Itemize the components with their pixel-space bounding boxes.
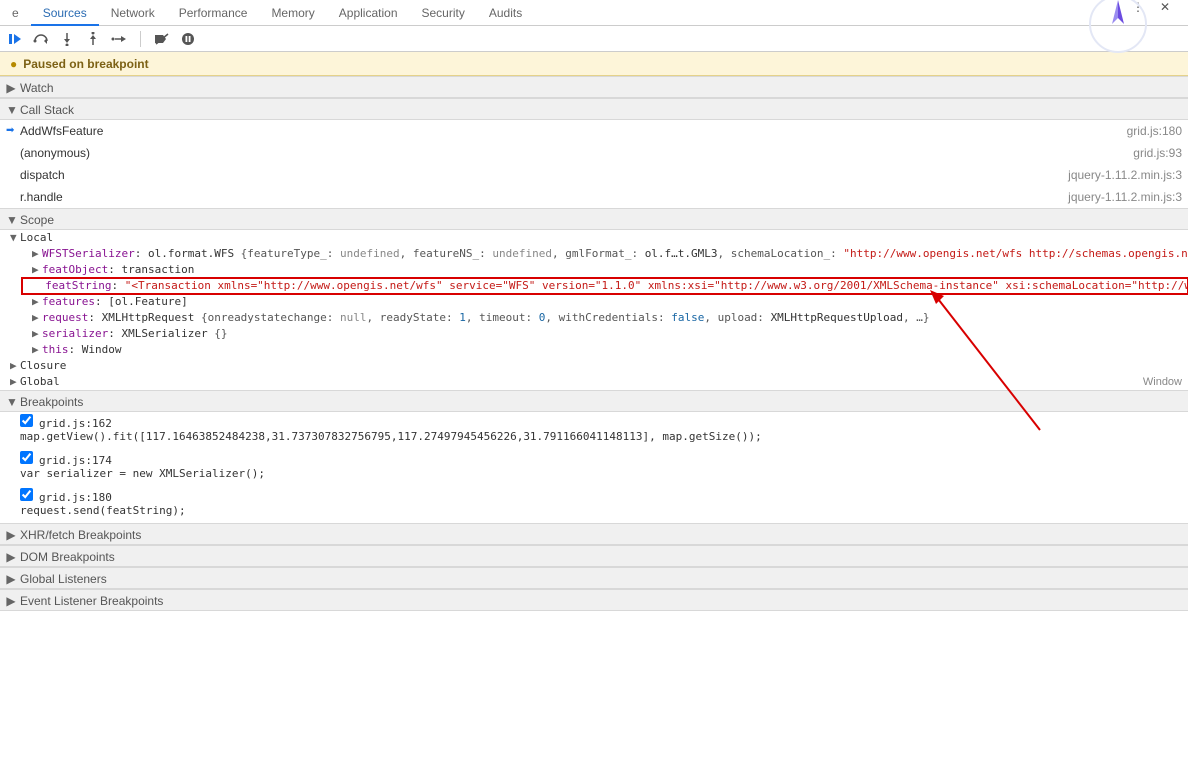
chevron-right-icon: ▶	[32, 326, 42, 342]
scope-var[interactable]: ▶request: XMLHttpRequest {onreadystatech…	[22, 310, 1188, 326]
scope-section[interactable]: ▼Scope	[0, 208, 1188, 230]
scope-var[interactable]: ▶serializer: XMLSerializer {}	[22, 326, 1188, 342]
pause-exceptions-icon[interactable]	[179, 30, 197, 48]
scope-closure[interactable]: ▶Closure	[0, 358, 1188, 374]
stack-frame[interactable]: dispatchjquery-1.11.2.min.js:3	[0, 164, 1188, 186]
breakpoint-code: request.send(featString);	[20, 504, 1182, 517]
tab-audits[interactable]: Audits	[477, 0, 534, 26]
chevron-right-icon: ▶	[10, 374, 20, 390]
breakpoints-section[interactable]: ▼Breakpoints	[0, 390, 1188, 412]
dom-breakpoints-section[interactable]: ▶DOM Breakpoints	[0, 545, 1188, 567]
xhr-breakpoints-section[interactable]: ▶XHR/fetch Breakpoints	[0, 523, 1188, 545]
callstack-section[interactable]: ▼Call Stack	[0, 98, 1188, 120]
scope-var[interactable]: ▶WFSTSerializer: ol.format.WFS {featureT…	[22, 246, 1188, 262]
scope-var[interactable]: ▶featObject: transaction	[22, 262, 1188, 278]
tab-performance[interactable]: Performance	[167, 0, 260, 26]
warning-icon: ●	[10, 57, 17, 71]
stack-frame-loc[interactable]: jquery-1.11.2.min.js:3	[1068, 186, 1182, 208]
chevron-right-icon: ▶	[32, 294, 42, 310]
scope-var[interactable]: ▶features: [ol.Feature]	[22, 294, 1188, 310]
toolbar-separator	[140, 31, 141, 47]
scope-global-value: Window	[1143, 374, 1182, 390]
breakpoint-item[interactable]: grid.js:180 request.send(featString);	[0, 486, 1188, 523]
breakpoint-checkbox[interactable]	[20, 451, 33, 464]
breakpoint-loc: grid.js:174	[39, 454, 112, 467]
chevron-right-icon: ▶	[6, 568, 16, 590]
stack-frame-loc[interactable]: jquery-1.11.2.min.js:3	[1068, 164, 1182, 186]
watch-section[interactable]: ▶Watch	[0, 76, 1188, 98]
stack-frame-loc[interactable]: grid.js:93	[1133, 142, 1182, 164]
deactivate-breakpoints-icon[interactable]	[153, 30, 171, 48]
stack-frame[interactable]: AddWfsFeaturegrid.js:180	[0, 120, 1188, 142]
breakpoint-loc: grid.js:180	[39, 491, 112, 504]
chevron-right-icon: ▶	[6, 77, 16, 99]
resume-icon[interactable]	[6, 30, 24, 48]
tab-application[interactable]: Application	[327, 0, 410, 26]
stack-frame-loc[interactable]: grid.js:180	[1127, 120, 1182, 142]
chevron-down-icon: ▼	[6, 391, 16, 413]
breakpoint-checkbox[interactable]	[20, 488, 33, 501]
step-icon[interactable]	[110, 30, 128, 48]
chevron-right-icon: ▶	[32, 342, 42, 358]
scope-var-featstring[interactable]: featString: "<Transaction xmlns="http://…	[22, 278, 1188, 294]
breakpoint-code: map.getView().fit([117.16463852484238,31…	[20, 430, 1182, 443]
chevron-right-icon: ▶	[6, 524, 16, 546]
chevron-right-icon: ▶	[6, 546, 16, 568]
stack-frame[interactable]: (anonymous)grid.js:93	[0, 142, 1188, 164]
tabbar-pretab: e	[0, 0, 31, 26]
chevron-right-icon: ▶	[10, 358, 20, 374]
paused-label: Paused on breakpoint	[23, 57, 148, 71]
chevron-right-icon: ▶	[32, 246, 42, 262]
scope-body: ▼Local ▶WFSTSerializer: ol.format.WFS {f…	[0, 230, 1188, 390]
chevron-right-icon: ▶	[32, 262, 42, 278]
tab-sources[interactable]: Sources	[31, 0, 99, 26]
breakpoint-code: var serializer = new XMLSerializer();	[20, 467, 1182, 480]
devtools-tabbar: e Sources Network Performance Memory App…	[0, 0, 1188, 26]
close-icon[interactable]: ✕	[1160, 0, 1176, 16]
step-out-icon[interactable]	[84, 30, 102, 48]
chevron-down-icon: ▼	[10, 230, 20, 246]
chevron-right-icon: ▶	[6, 590, 16, 612]
chevron-down-icon: ▼	[6, 99, 16, 121]
chevron-down-icon: ▼	[6, 209, 16, 231]
scope-var[interactable]: ▶this: Window	[22, 342, 1188, 358]
debugger-toolbar	[0, 26, 1188, 52]
step-over-icon[interactable]	[32, 30, 50, 48]
tab-network[interactable]: Network	[99, 0, 167, 26]
event-breakpoints-section[interactable]: ▶Event Listener Breakpoints	[0, 589, 1188, 611]
tab-security[interactable]: Security	[410, 0, 477, 26]
breakpoint-loc: grid.js:162	[39, 417, 112, 430]
compass-icon	[1088, 0, 1148, 54]
scope-global[interactable]: ▶GlobalWindow	[0, 374, 1188, 390]
breakpoint-item[interactable]: grid.js:162 map.getView().fit([117.16463…	[0, 412, 1188, 449]
tab-memory[interactable]: Memory	[259, 0, 326, 26]
breakpoint-item[interactable]: grid.js:174 var serializer = new XMLSeri…	[0, 449, 1188, 486]
stack-frame[interactable]: r.handlejquery-1.11.2.min.js:3	[0, 186, 1188, 208]
global-listeners-section[interactable]: ▶Global Listeners	[0, 567, 1188, 589]
paused-banner: ● Paused on breakpoint	[0, 52, 1188, 76]
breakpoint-checkbox[interactable]	[20, 414, 33, 427]
chevron-right-icon: ▶	[32, 310, 42, 326]
scope-local[interactable]: ▼Local	[0, 230, 1188, 246]
step-into-icon[interactable]	[58, 30, 76, 48]
